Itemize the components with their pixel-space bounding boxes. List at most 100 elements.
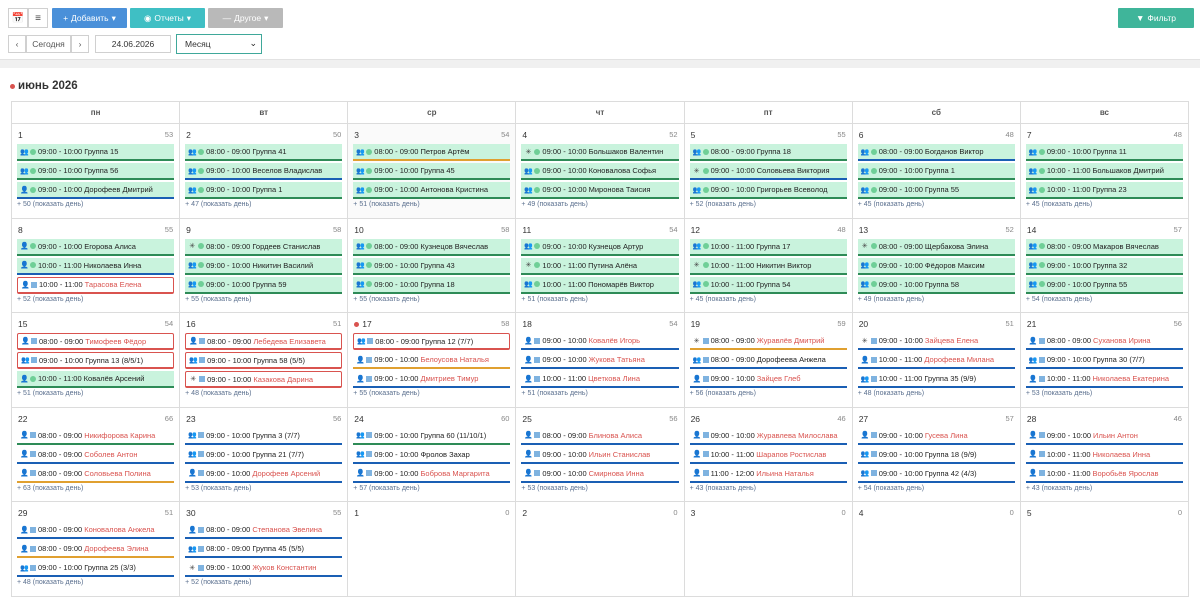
event-item[interactable]: 👥 09:00 - 10:00 Фёдоров Максим — [857, 257, 1015, 275]
day-cell[interactable]: 20 51 ✳ 09:00 - 10:00 Зайцева Елена 👤 10:00 - … — [852, 313, 1021, 408]
event-item[interactable]: 👤 09:00 - 10:00 Смирнова Инна — [521, 465, 679, 483]
day-cell[interactable]: 12 48 👥 10:00 - 11:00 Группа 17 ✳ 10:00 - 11:0… — [684, 218, 853, 313]
event-item[interactable]: 👤 09:00 - 10:00 Дмитриев Тимур — [353, 371, 511, 388]
day-cell[interactable]: 29 51 👤 08:00 - 09:00 Коновалова Анжела 👤 08:0… — [12, 502, 181, 597]
event-item[interactable]: 👥 08:00 - 09:00 Дорофеева Анжела — [689, 352, 847, 369]
next-button[interactable]: › — [71, 35, 89, 53]
event-item[interactable]: 👥 09:00 - 10:00 Группа 1 — [185, 182, 343, 199]
event-item[interactable]: 👤 10:00 - 11:00 Цветкова Лина — [521, 371, 679, 388]
event-item[interactable]: 👥 09:00 - 10:00 Группа 3 (7/7) — [185, 427, 343, 445]
show-day-link[interactable]: + 51 (показать день) — [521, 296, 678, 303]
event-item[interactable]: 👤 10:00 - 11:00 Шарапов Ростислав — [689, 446, 847, 464]
event-item[interactable]: 👥 08:00 - 09:00 Группа 18 — [689, 144, 847, 161]
show-day-link[interactable]: + 54 (показать день) — [1026, 296, 1183, 303]
event-item[interactable]: 👤 09:00 - 10:00 Жукова Татьяна — [521, 352, 679, 369]
event-item[interactable]: 👥 09:00 - 10:00 Группа 11 — [1025, 144, 1183, 161]
show-day-link[interactable]: + 49 (показать день) — [521, 201, 678, 208]
event-item[interactable]: 👤 10:00 - 11:00 Николаева Екатерина — [1025, 371, 1183, 388]
day-cell[interactable]: 30 55 👤 08:00 - 09:00 Степанова Эвелина 👥 08:0… — [180, 502, 349, 597]
reports-button[interactable]: ◉ Отчеты ▾ — [130, 8, 205, 28]
event-item[interactable]: 👤 10:00 - 11:00 Николаева Инна — [1025, 446, 1183, 464]
event-item[interactable]: ✳ 09:00 - 10:00 Соловьева Виктория — [689, 163, 847, 180]
day-cell[interactable]: 26 46 👤 09:00 - 10:00 Журавлева Милослава 👤 10… — [684, 407, 853, 502]
day-cell[interactable]: 25 56 👤 08:00 - 09:00 Блинова Алиса 👤 09:00 - … — [516, 407, 685, 502]
event-item[interactable]: 👥 09:00 - 10:00 Миронова Таисия — [521, 182, 679, 199]
event-item[interactable]: 👥 08:00 - 09:00 Богданов Виктор — [857, 144, 1015, 161]
calendar-view-icon[interactable]: 📅 — [8, 8, 28, 28]
event-item[interactable]: 👥 09:00 - 10:00 Группа 55 — [1025, 276, 1183, 294]
day-cell[interactable]: 5 55 👥 08:00 - 09:00 Группа 18 ✳ 09:00 - 10:00… — [684, 124, 853, 219]
day-cell[interactable]: 24 60 👥 09:00 - 10:00 Группа 60 (11/10/1) 👥 09… — [348, 407, 517, 502]
filter-button[interactable]: ▼ Фильтр — [1118, 8, 1194, 28]
event-item[interactable]: 👤 08:00 - 09:00 Блинова Алиса — [521, 427, 679, 445]
event-item[interactable]: 👥 09:00 - 10:00 Группа 15 — [17, 144, 175, 161]
show-day-link[interactable]: + 63 (показать день) — [17, 485, 174, 492]
day-cell[interactable]: 27 57 👤 09:00 - 10:00 Гусева Лина 👥 09:00 - 10… — [852, 407, 1021, 502]
day-cell[interactable]: 9 58 ✳ 08:00 - 09:00 Гордеев Станислав 👥 09:00… — [180, 218, 349, 313]
event-item[interactable]: 👤 11:00 - 12:00 Ильина Наталья — [689, 465, 847, 483]
day-cell[interactable]: 18 54 👤 09:00 - 10:00 Ковалёв Игорь 👤 09:00 - … — [516, 313, 685, 408]
day-cell[interactable]: 30 — [684, 502, 853, 597]
event-item[interactable]: 👥 09:00 - 10:00 Группа 56 — [17, 163, 175, 180]
event-item[interactable]: 👤 09:00 - 10:00 Ильин Антон — [1025, 427, 1183, 445]
show-day-link[interactable]: + 53 (показать день) — [521, 485, 678, 492]
day-cell[interactable]: 4 52 ✳ 09:00 - 10:00 Большаков Валентин 👥 09:0… — [516, 124, 685, 219]
event-item[interactable]: 👥 09:00 - 10:00 Антонова Кристина — [353, 182, 511, 199]
event-item[interactable]: 👥 09:00 - 10:00 Группа 45 — [353, 163, 511, 180]
day-cell[interactable]: 13 52 ✳ 08:00 - 09:00 Щербакова Элина 👥 09:00 … — [852, 218, 1021, 313]
event-item[interactable]: 👥 09:00 - 10:00 Группа 25 (3/3) — [17, 560, 175, 577]
day-cell[interactable]: 15 54 👤 08:00 - 09:00 Тимофеев Фёдор 👥 09:00 -… — [12, 313, 181, 408]
event-item[interactable]: 👤 10:00 - 11:00 Николаева Инна — [17, 257, 175, 275]
event-item[interactable]: ✳ 10:00 - 11:00 Никитин Виктор — [689, 257, 847, 275]
event-item[interactable]: 👥 09:00 - 10:00 Группа 55 — [857, 182, 1015, 199]
add-button[interactable]: + Добавить ▾ — [52, 8, 127, 28]
show-day-link[interactable]: + 56 (показать день) — [690, 390, 847, 397]
event-item[interactable]: 👥 09:00 - 10:00 Группа 21 (7/7) — [185, 446, 343, 464]
event-item[interactable]: 👤 09:00 - 10:00 Ильин Станислав — [521, 446, 679, 464]
event-item[interactable]: 👥 09:00 - 10:00 Группа 60 (11/10/1) — [353, 427, 511, 445]
event-item[interactable]: 👥 08:00 - 09:00 Группа 45 (5/5) — [185, 541, 343, 558]
day-cell[interactable]: 11 54 👥 09:00 - 10:00 Кузнецов Артур ✳ 10:00 -… — [516, 218, 685, 313]
day-cell[interactable]: 1 53 👥 09:00 - 10:00 Группа 15 👥 09:00 - 10:00… — [12, 124, 181, 219]
event-item[interactable]: 👥 10:00 - 11:00 Группа 23 — [1025, 182, 1183, 199]
today-button[interactable]: Сегодня — [26, 35, 71, 53]
day-cell[interactable]: 22 66 👤 08:00 - 09:00 Никифорова Карина 👤 08:0… — [12, 407, 181, 502]
show-day-link[interactable]: + 55 (показать день) — [353, 390, 510, 397]
view-select[interactable]: Месяц ⌄ — [176, 34, 262, 54]
day-cell[interactable]: 10 58 👥 08:00 - 09:00 Кузнецов Вячеслав 👥 09:0… — [348, 218, 517, 313]
day-cell[interactable]: 14 57 👥 08:00 - 09:00 Макаров Вячеслав 👥 09:00… — [1020, 218, 1189, 313]
day-cell[interactable]: 2 50 👥 08:00 - 09:00 Группа 41 👥 09:00 - 10:00… — [180, 124, 349, 219]
event-item[interactable]: 👥 09:00 - 10:00 Группа 43 — [353, 257, 511, 275]
event-item[interactable]: 👤 10:00 - 11:00 Ковалёв Арсений — [17, 371, 175, 388]
show-day-link[interactable]: + 51 (показать день) — [521, 390, 678, 397]
event-item[interactable]: ✳ 09:00 - 10:00 Казакова Дарина — [185, 371, 343, 388]
event-item[interactable]: 👤 09:00 - 10:00 Боброва Маргарита — [353, 465, 511, 483]
event-item[interactable]: 👤 10:00 - 11:00 Тарасова Елена — [17, 276, 175, 294]
show-day-link[interactable]: + 45 (показать день) — [690, 296, 847, 303]
show-day-link[interactable]: + 45 (показать день) — [858, 201, 1015, 208]
event-item[interactable]: 👥 09:00 - 10:00 Группа 42 (4/3) — [857, 465, 1015, 483]
day-cell[interactable]: 21 56 👤 08:00 - 09:00 Суханова Ирина 👥 09:00 -… — [1020, 313, 1189, 408]
event-item[interactable]: 👥 09:00 - 10:00 Группа 18 — [353, 276, 511, 294]
event-item[interactable]: ✳ 09:00 - 10:00 Большаков Валентин — [521, 144, 679, 161]
event-item[interactable]: 👤 08:00 - 09:00 Лебедева Елизавета — [185, 333, 343, 350]
event-item[interactable]: 👤 09:00 - 10:00 Дорофеев Арсений — [185, 465, 343, 483]
event-item[interactable]: 👥 09:00 - 10:00 Группа 13 (8/5/1) — [17, 352, 175, 369]
show-day-link[interactable]: + 51 (показать день) — [17, 390, 174, 397]
event-item[interactable]: ✳ 08:00 - 09:00 Гордеев Станислав — [185, 238, 343, 256]
event-item[interactable]: 👥 09:00 - 10:00 Группа 58 (5/5) — [185, 352, 343, 369]
day-cell[interactable]: 17 58 👥 08:00 - 09:00 Группа 12 (7/7) 👤 09:00 … — [348, 313, 517, 408]
event-item[interactable]: 👥 10:00 - 11:00 Группа 54 — [689, 276, 847, 294]
show-day-link[interactable]: + 48 (показать день) — [185, 390, 342, 397]
day-cell[interactable]: 3 54 👥 08:00 - 09:00 Петров Артём 👥 09:00 - 10… — [348, 124, 517, 219]
day-cell[interactable]: 19 59 ✳ 08:00 - 09:00 Журавлёв Дмитрий 👥 08:00… — [684, 313, 853, 408]
day-cell[interactable]: 20 — [516, 502, 685, 597]
event-item[interactable]: 👤 09:00 - 10:00 Егорова Алиса — [17, 238, 175, 256]
event-item[interactable]: 👥 10:00 - 11:00 Пономарёв Виктор — [521, 276, 679, 294]
day-cell[interactable]: 8 55 👤 09:00 - 10:00 Егорова Алиса 👤 10:00 - 1… — [12, 218, 181, 313]
event-item[interactable]: 👥 09:00 - 10:00 Группа 18 (9/9) — [857, 446, 1015, 464]
event-item[interactable]: 👤 08:00 - 09:00 Степанова Эвелина — [185, 522, 343, 539]
show-day-link[interactable]: + 45 (показать день) — [1026, 201, 1183, 208]
show-day-link[interactable]: + 43 (показать день) — [690, 485, 847, 492]
event-item[interactable]: 👤 08:00 - 09:00 Дорофеева Элина — [17, 541, 175, 558]
